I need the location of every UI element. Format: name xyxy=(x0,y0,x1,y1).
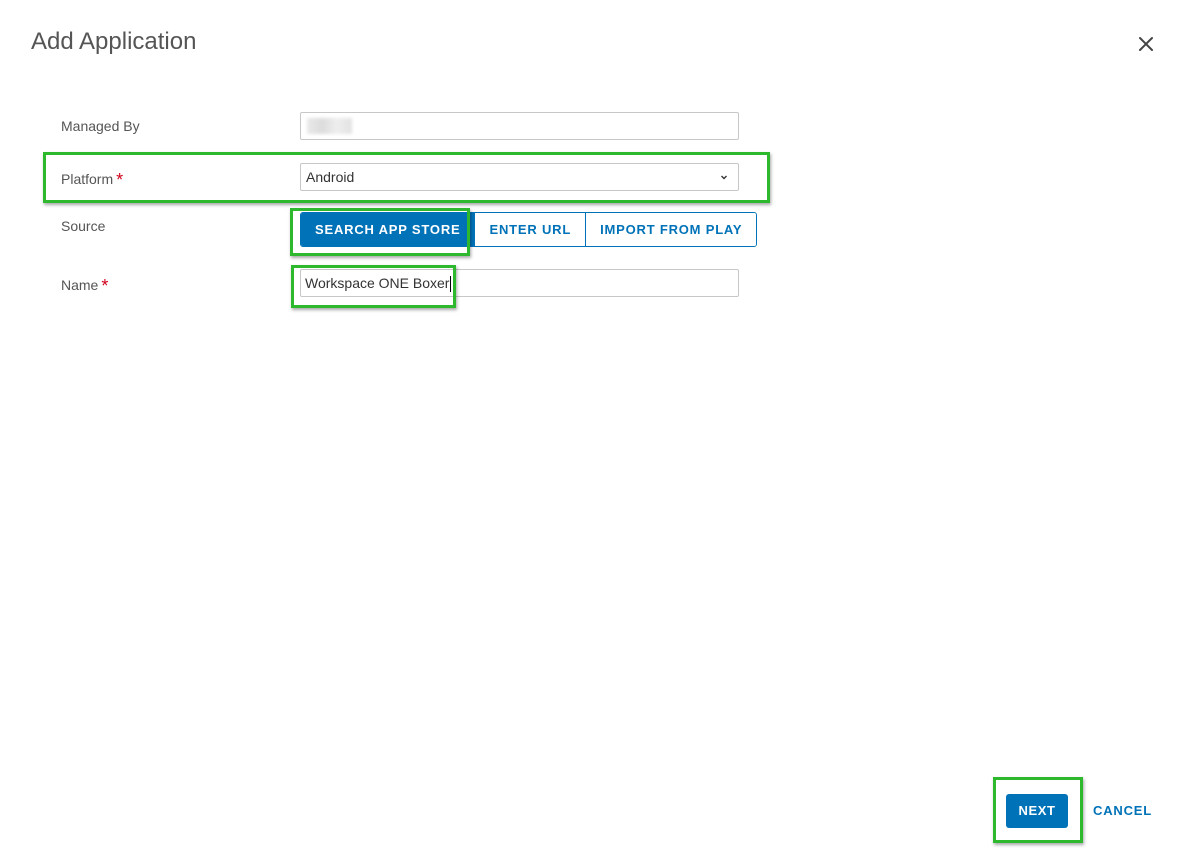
platform-select[interactable]: Android xyxy=(300,163,739,191)
close-button[interactable] xyxy=(1134,32,1158,56)
name-input-value: Workspace ONE Boxer xyxy=(305,275,450,291)
source-search-app-store-button[interactable]: SEARCH APP STORE xyxy=(301,213,475,246)
source-label: Source xyxy=(61,218,105,234)
platform-label: Platform * xyxy=(61,168,124,190)
platform-label-text: Platform xyxy=(61,171,114,187)
next-button[interactable]: NEXT xyxy=(1006,794,1068,828)
source-import-from-play-button[interactable]: IMPORT FROM PLAY xyxy=(585,213,757,246)
managed-by-redacted-value xyxy=(307,118,352,134)
text-caret xyxy=(450,276,452,293)
source-segmented-control: SEARCH APP STORE ENTER URL IMPORT FROM P… xyxy=(300,212,758,247)
managed-by-field[interactable] xyxy=(300,112,739,140)
cancel-button[interactable]: CANCEL xyxy=(1093,794,1152,828)
chevron-down-icon xyxy=(721,175,727,180)
dialog-title: Add Application xyxy=(31,28,197,55)
name-input[interactable]: Workspace ONE Boxer xyxy=(300,269,739,297)
close-icon xyxy=(1139,37,1153,51)
required-mark: * xyxy=(116,170,124,190)
name-label: Name * xyxy=(61,274,109,296)
required-mark: * xyxy=(101,276,109,296)
managed-by-label-text: Managed By xyxy=(61,118,140,134)
platform-selected-value: Android xyxy=(306,169,355,185)
source-label-text: Source xyxy=(61,218,106,234)
source-enter-url-button[interactable]: ENTER URL xyxy=(474,213,586,246)
name-label-text: Name xyxy=(61,277,99,293)
add-application-dialog: Add Application Managed By Platform * And… xyxy=(0,0,1192,862)
managed-by-label: Managed By xyxy=(61,118,140,134)
